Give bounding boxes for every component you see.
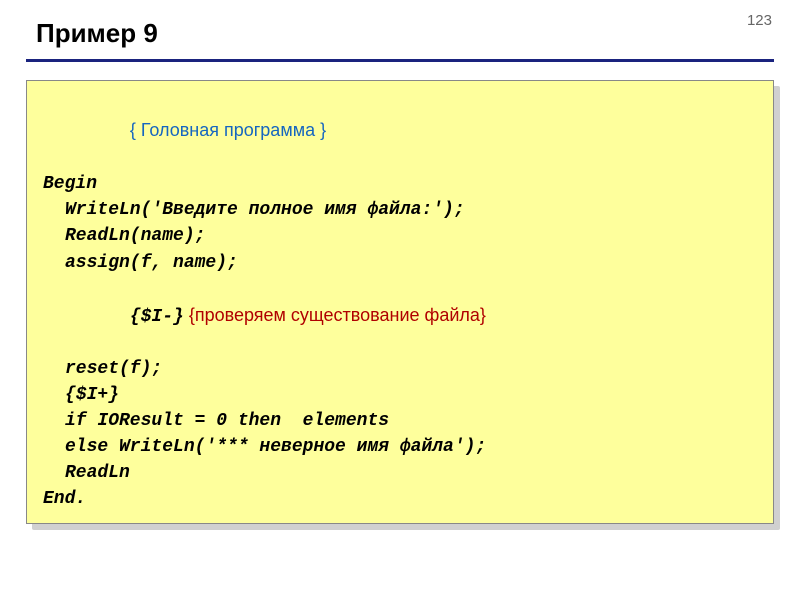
code-content: { Головная программа } Begin WriteLn('Вв… bbox=[26, 80, 774, 524]
code-line-if: if IOResult = 0 then elements bbox=[43, 408, 757, 434]
code-line-readln: ReadLn bbox=[43, 460, 757, 486]
title-underline bbox=[26, 59, 774, 62]
code-box: { Головная программа } Begin WriteLn('Вв… bbox=[26, 80, 774, 524]
comment-checkfile: {проверяем существование файла} bbox=[184, 305, 486, 325]
page-number: 123 bbox=[747, 12, 772, 29]
code-line-begin: Begin bbox=[43, 171, 757, 197]
code-line-iminus: {$I-} bbox=[130, 307, 184, 327]
slide-title: Пример 9 bbox=[0, 0, 800, 53]
code-line-reset: reset(f); bbox=[43, 356, 757, 382]
code-line-writeln: WriteLn('Введите полное имя файла:'); bbox=[43, 197, 757, 223]
code-line-readln-name: ReadLn(name); bbox=[43, 223, 757, 249]
comment-header: { Головная программа } bbox=[130, 120, 326, 140]
code-line-else: else WriteLn('*** неверное имя файла'); bbox=[43, 434, 757, 460]
code-line-assign: assign(f, name); bbox=[43, 250, 757, 276]
code-line-end: End. bbox=[43, 486, 757, 512]
code-line-iplus: {$I+} bbox=[43, 382, 757, 408]
